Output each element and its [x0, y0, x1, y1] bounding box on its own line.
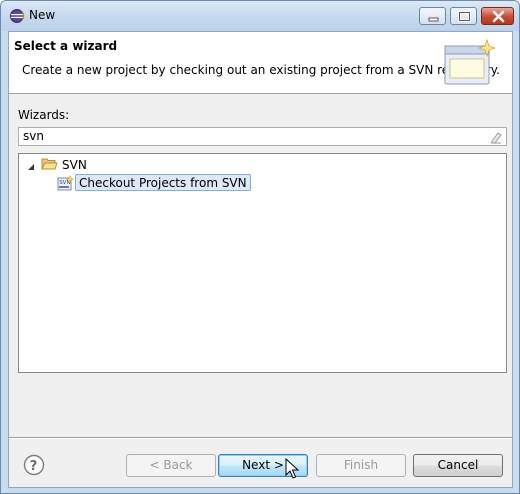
dialog-body: Select a wizard Create a new project by … [8, 31, 513, 488]
clear-filter-icon[interactable] [489, 130, 503, 147]
title-bar[interactable]: New [1, 1, 519, 31]
filter-text[interactable]: svn [23, 129, 44, 143]
wizard-filter-input[interactable]: svn [18, 127, 507, 146]
minimize-icon [428, 17, 439, 22]
close-button[interactable] [481, 7, 514, 25]
cancel-button[interactable]: Cancel [413, 454, 503, 477]
mouse-pointer-icon [285, 457, 300, 483]
wizard-banner: Select a wizard Create a new project by … [9, 32, 512, 94]
folder-open-icon [41, 157, 58, 174]
wizard-tree[interactable]: SVN SVN Checkout Projects from SVN [18, 153, 507, 373]
window-title: New [29, 8, 56, 22]
eclipse-icon [9, 8, 25, 24]
tree-item-label: SVN [62, 158, 87, 172]
svn-checkout-icon: SVN [57, 174, 75, 194]
svg-text:SVN: SVN [59, 180, 70, 186]
banner-description: Create a new project by checking out an … [22, 63, 500, 77]
collapse-triangle-icon[interactable] [27, 160, 35, 174]
finish-button[interactable]: Finish [316, 454, 406, 477]
close-icon [492, 10, 505, 23]
back-button[interactable]: < Back [126, 454, 216, 477]
banner-title: Select a wizard [14, 39, 118, 53]
button-bar-divider [9, 437, 512, 439]
minimize-button[interactable] [419, 7, 446, 25]
svg-text:?: ? [30, 459, 38, 474]
wizards-label: Wizards: [18, 108, 70, 122]
tree-item-label-selected: Checkout Projects from SVN [75, 174, 251, 191]
maximize-icon [458, 11, 471, 22]
maximize-button[interactable] [450, 7, 477, 25]
wizard-window-icon [443, 38, 499, 91]
dialog-window: New Select a wizard Create a new project… [0, 0, 520, 494]
help-icon[interactable]: ? [23, 454, 45, 479]
